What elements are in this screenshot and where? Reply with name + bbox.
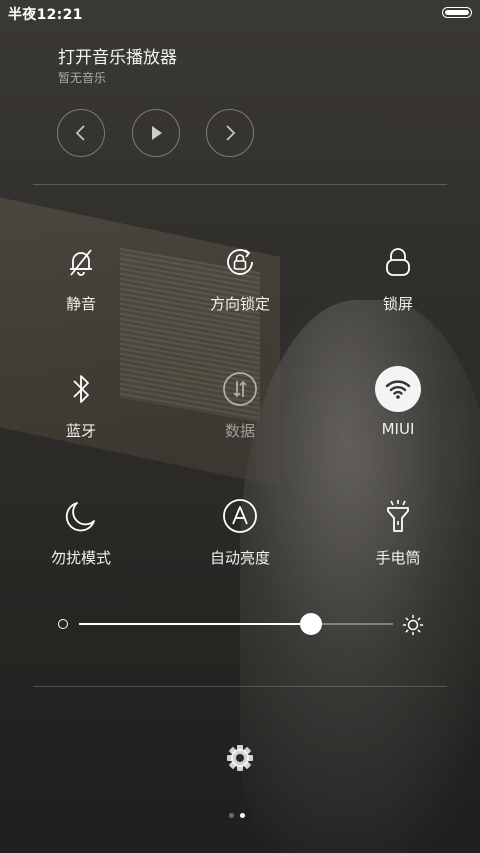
music-title[interactable]: 打开音乐播放器 (58, 43, 177, 68)
brightness-slider[interactable] (79, 613, 393, 635)
play-icon (152, 126, 162, 140)
status-bar: 半夜12:21 (0, 0, 480, 26)
brightness-slider-fill (79, 623, 311, 625)
play-button[interactable] (132, 109, 180, 157)
bluetooth-icon (62, 370, 100, 408)
toggle-mobile-data[interactable]: 数据 (180, 370, 300, 460)
toggle-label: 自动亮度 (209, 549, 270, 567)
page-indicator (229, 813, 251, 819)
toggle-label: 蓝牙 (65, 422, 96, 440)
toggle-bluetooth[interactable]: 蓝牙 (21, 370, 141, 460)
brightness-slider-thumb[interactable] (300, 613, 322, 635)
status-time: 半夜12:21 (8, 7, 83, 23)
toggle-label: 勿扰模式 (50, 549, 111, 567)
toggle-mute[interactable]: 静音 (21, 243, 141, 333)
toggle-auto-brightness[interactable]: 自动亮度 (180, 497, 300, 587)
toggle-lock-screen[interactable]: 锁屏 (338, 243, 458, 333)
toggle-do-not-disturb[interactable]: 勿扰模式 (21, 497, 141, 587)
wifi-icon (379, 370, 417, 408)
toggle-label: MIUI (381, 420, 415, 438)
divider-top (33, 184, 447, 185)
toggle-label: 方向锁定 (209, 295, 270, 313)
next-button[interactable] (206, 109, 254, 157)
toggle-label: 手电筒 (375, 549, 421, 567)
brightness-high-icon (402, 614, 424, 636)
divider-bottom (33, 686, 447, 687)
page-dot (240, 813, 245, 818)
toggle-label: 静音 (65, 295, 96, 313)
next-icon (226, 125, 236, 141)
toggle-label: 锁屏 (382, 295, 413, 313)
toggle-wifi[interactable]: MIUI (338, 366, 458, 460)
rotation-lock-icon (221, 243, 259, 281)
gear-icon (227, 745, 253, 771)
mute-bell-icon (62, 243, 100, 281)
brightness-low-icon (58, 619, 68, 629)
music-subtitle: 暂无音乐 (58, 71, 107, 85)
battery-icon (442, 7, 472, 18)
toggle-label: 数据 (224, 422, 255, 440)
page-dot (229, 813, 234, 818)
battery-level (445, 10, 469, 15)
settings-button[interactable] (225, 743, 255, 773)
auto-brightness-icon (221, 497, 259, 535)
previous-button[interactable] (57, 109, 105, 157)
mobile-data-icon (221, 370, 259, 408)
previous-icon (75, 125, 85, 141)
lock-icon (379, 243, 417, 281)
toggle-flashlight[interactable]: 手电筒 (338, 497, 458, 587)
moon-icon (62, 497, 100, 535)
flashlight-icon (379, 497, 417, 535)
toggle-rotation-lock[interactable]: 方向锁定 (180, 243, 300, 333)
